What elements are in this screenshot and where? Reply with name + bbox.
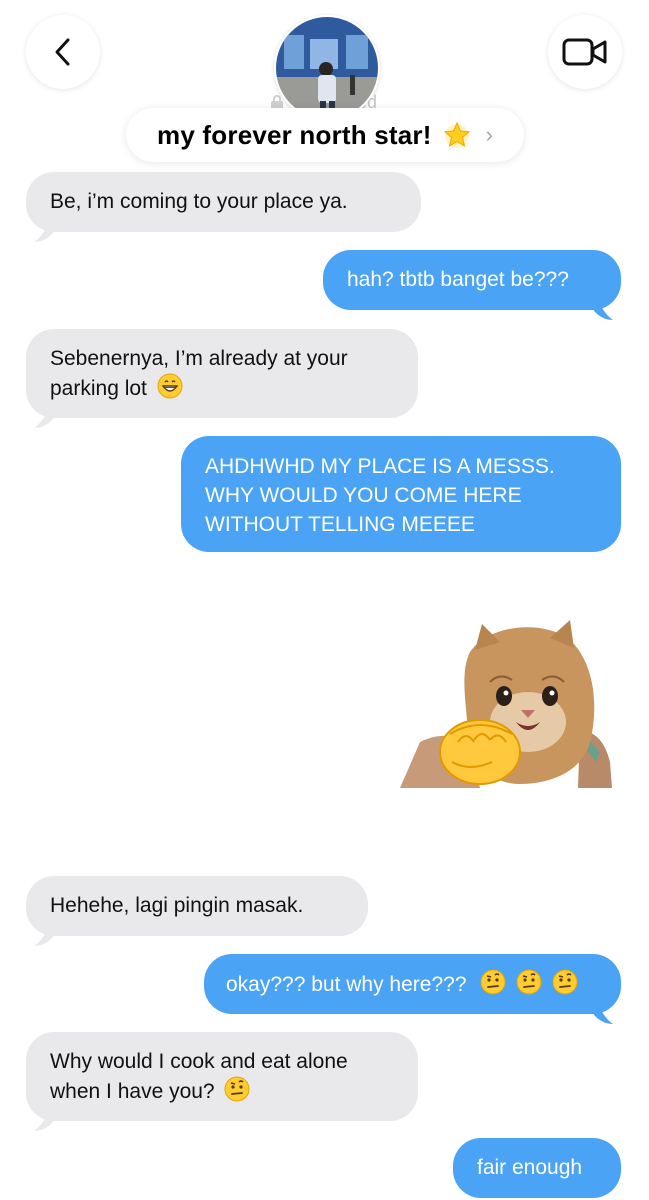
video-call-button[interactable] (548, 15, 622, 89)
message-text: Why would I cook and eat alone (50, 1050, 348, 1073)
raised-eyebrow-face-emoji (480, 969, 506, 995)
bubble-tail (591, 1004, 613, 1024)
message-text: Sebenernya, I’m already at your (50, 347, 348, 370)
message-text: okay??? but why here??? (226, 973, 467, 996)
back-button[interactable] (26, 15, 100, 89)
message-bubble-sent[interactable]: fair enough (453, 1138, 621, 1198)
message-text: WITHOUT TELLING MEEEE (205, 513, 475, 536)
raised-eyebrow-face-emoji (552, 969, 578, 995)
message-text: hah? tbtb banget be??? (347, 268, 569, 291)
message-bubble-received[interactable]: Sebenernya, I’m already at your parking … (26, 329, 418, 418)
fist-emoji (439, 719, 521, 785)
contact-avatar[interactable] (274, 15, 380, 121)
message-bubble-received[interactable]: Be, i’m coming to your place ya. (26, 172, 421, 232)
video-camera-icon (562, 38, 607, 66)
message-bubble-received[interactable]: Why would I cook and eat alone when I ha… (26, 1032, 418, 1121)
chevron-left-icon (55, 38, 70, 66)
message-text: Be, i’m coming to your place ya. (50, 190, 348, 213)
bubble-tail (34, 1111, 56, 1131)
glowing-star-icon (443, 121, 470, 148)
chevron-right-icon: › (485, 122, 493, 147)
message-text: when I have you? (50, 1080, 215, 1103)
contact-name: my forever north star! (157, 119, 432, 150)
message-text: fair enough (477, 1156, 583, 1179)
bubble-tail (34, 926, 56, 946)
contact-name-pill[interactable]: my forever north star! › (126, 108, 524, 162)
message-text: WHY WOULD YOU COME HERE (205, 484, 522, 507)
grinning-face-emoji (157, 373, 183, 399)
message-text: AHDHWHD MY PLACE IS A MESSS. (205, 455, 555, 478)
bubble-tail (34, 408, 56, 428)
kitten-fist-bump-sticker[interactable] (400, 612, 612, 788)
bubble-tail (591, 300, 613, 320)
message-text: Hehehe, lagi pingin masak. (50, 894, 304, 917)
message-bubble-received[interactable]: Hehehe, lagi pingin masak. (26, 876, 368, 936)
raised-eyebrow-face-emoji (516, 969, 542, 995)
bubble-tail (34, 222, 56, 242)
message-bubble-sent[interactable]: AHDHWHD MY PLACE IS A MESSS. WHY WOULD Y… (181, 436, 621, 552)
message-text: parking lot (50, 377, 147, 400)
raised-eyebrow-face-emoji (224, 1076, 250, 1102)
message-bubble-sent[interactable]: hah? tbtb banget be??? (323, 250, 621, 310)
message-bubble-sent[interactable]: okay??? but why here??? (204, 954, 621, 1014)
